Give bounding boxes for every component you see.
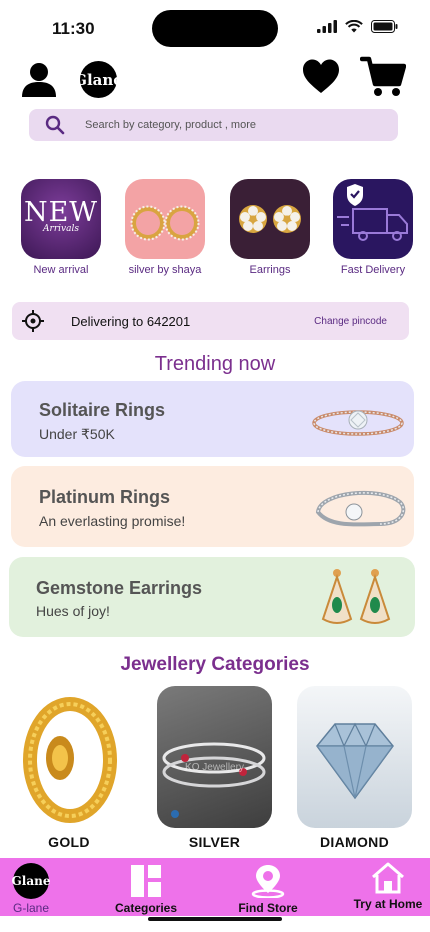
nav-label: Find Store [238, 901, 298, 915]
battery-icon [371, 20, 398, 33]
silver-anklet-image: KO Jewellery [157, 686, 272, 828]
search-icon [45, 115, 65, 135]
gemstone-earrings-image [321, 569, 391, 624]
brand-logo[interactable]: Glane [74, 61, 123, 98]
silver-by-shaya-tile [125, 179, 205, 259]
earrings-tile [230, 179, 310, 259]
nav-label: Categories [114, 901, 178, 915]
status-bar: 11:30 [0, 0, 430, 58]
search-input[interactable] [83, 118, 367, 132]
hoop-earrings-image [130, 205, 200, 241]
diamond-image [297, 686, 412, 828]
brand-logo-text: Glane [74, 70, 123, 89]
categories-title: Jewellery Categories [120, 654, 310, 675]
category-diamond[interactable]: DIAMOND [297, 686, 412, 850]
category-label: DIAMOND [320, 834, 389, 850]
nav-item-try-at-home[interactable]: Try at Home [350, 862, 426, 911]
flower-earrings-image [239, 205, 301, 233]
store-location-icon [251, 865, 285, 899]
location-target-icon [22, 310, 44, 332]
search-bar[interactable] [29, 109, 398, 141]
category-silver[interactable]: KO Jewellery SILVER [157, 686, 272, 850]
cart-icon[interactable] [360, 56, 406, 98]
story-label: New arrival [33, 264, 89, 276]
promo-gemstone-earrings[interactable]: Gemstone Earrings Hues of joy! [9, 557, 415, 637]
signal-icon [317, 20, 337, 33]
promo-subtitle: Hues of joy! [36, 603, 110, 619]
story-label: Earrings [249, 264, 291, 276]
story-fast-delivery[interactable]: Fast Delivery [331, 179, 415, 276]
status-icons [317, 20, 398, 33]
nav-item-categories[interactable]: Categories [108, 864, 184, 915]
promo-subtitle: Under ₹50K [39, 426, 115, 442]
platinum-ring-image [315, 490, 406, 527]
delivery-bar: Delivering to 642201 Change pincode [12, 302, 409, 340]
promo-platinum-rings[interactable]: Platinum Rings An everlasting promise! [11, 466, 414, 547]
story-row: NEW Arrivals New arrival silver by shaya [0, 179, 430, 279]
promo-solitaire-rings[interactable]: Solitaire Rings Under ₹50K [11, 381, 414, 457]
new-arrival-tile-subtitle: Arrivals [43, 224, 79, 234]
app-header: Glane [0, 56, 430, 104]
story-silver-by-shaya[interactable]: silver by shaya [123, 179, 207, 276]
category-gold[interactable]: GOLD [20, 688, 118, 850]
story-new-arrival[interactable]: NEW Arrivals New arrival [19, 179, 103, 276]
delivery-truck-icon [337, 184, 408, 241]
wifi-icon [345, 20, 363, 33]
story-label: silver by shaya [128, 264, 202, 276]
category-label: SILVER [188, 834, 241, 850]
promo-title: Gemstone Earrings [36, 578, 203, 598]
status-time: 11:30 [52, 19, 95, 38]
home-icon [372, 862, 404, 894]
silver-image-watermark: KO Jewellery [185, 762, 244, 773]
dynamic-island [152, 10, 278, 47]
category-label: GOLD [48, 834, 90, 850]
promo-title: Solitaire Rings [39, 400, 166, 420]
nav-label: G-lane [12, 901, 50, 915]
new-arrival-tile: NEW Arrivals [21, 179, 101, 259]
story-label: Fast Delivery [340, 264, 406, 276]
promo-title: Platinum Rings [39, 487, 171, 507]
bottom-nav: Glane G-lane Categories Find Store Try a… [0, 858, 430, 916]
nav-item-find-store[interactable]: Find Store [230, 863, 306, 915]
categories-icon [131, 865, 161, 897]
promo-subtitle: An everlasting promise! [39, 513, 186, 529]
change-pincode-link[interactable]: Change pincode [314, 316, 387, 327]
trending-title: Trending now [154, 353, 276, 375]
fast-delivery-tile [333, 179, 413, 259]
profile-icon[interactable] [20, 60, 58, 98]
delivery-location-text: Delivering to 642201 [71, 313, 191, 329]
gold-bangle-image [20, 688, 118, 828]
solitaire-ring-image [312, 410, 404, 436]
nav-label: Try at Home [353, 897, 423, 911]
home-indicator [148, 917, 282, 921]
nav-logo-icon: Glane [11, 863, 51, 899]
nav-item-home[interactable]: Glane G-lane [8, 863, 54, 915]
story-earrings[interactable]: Earrings [228, 179, 312, 276]
wishlist-heart-icon[interactable] [302, 58, 340, 96]
nav-logo-text: Glane [11, 874, 51, 888]
